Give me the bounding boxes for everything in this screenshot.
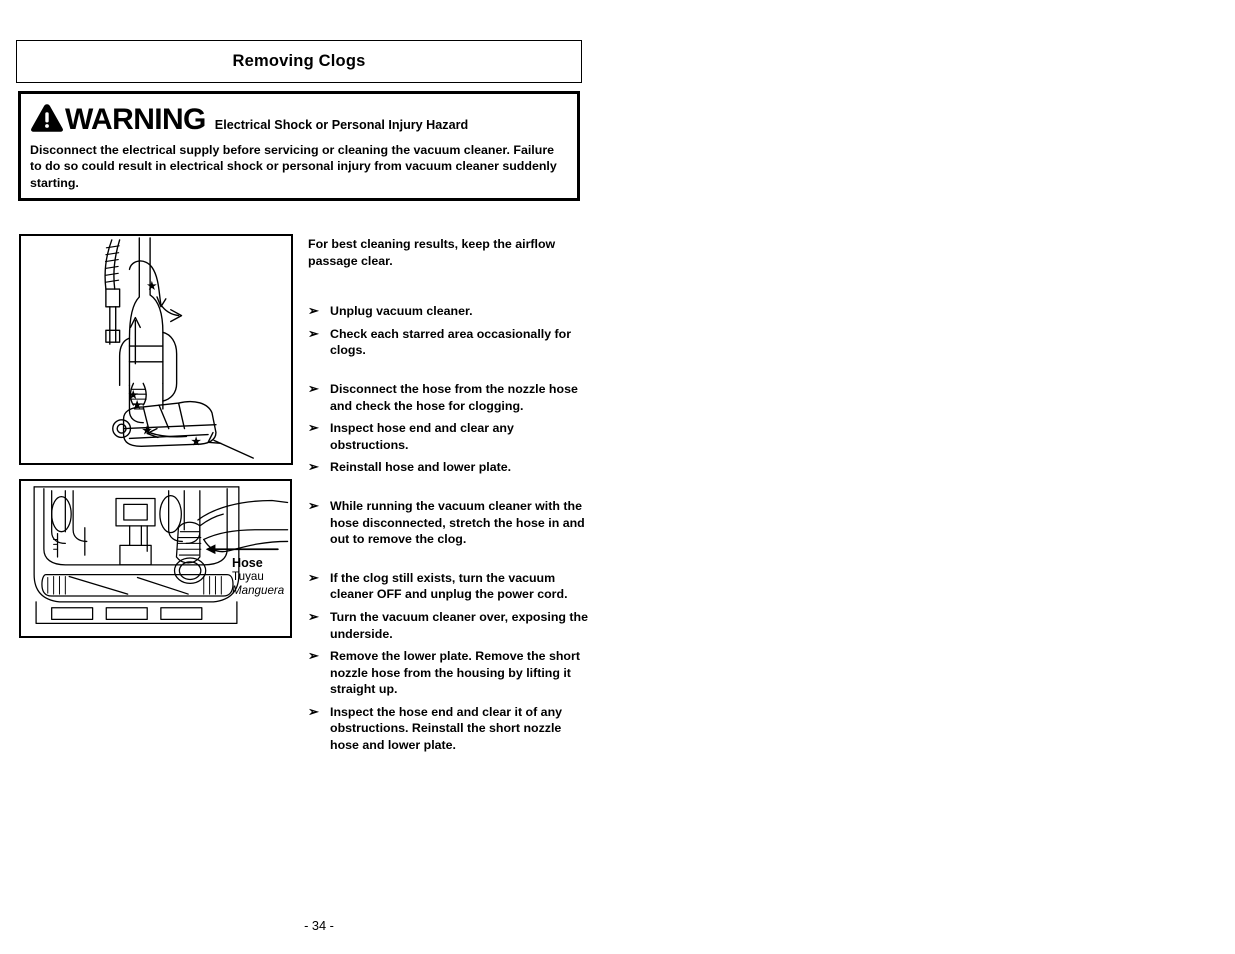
instruction-bullet-list: ➢ Unplug vacuum cleaner. ➢ Check each starr… [308,303,590,753]
instruction-bullet: ➢ Reinstall hose and lower plate. [308,459,590,476]
bullet-arrow-icon: ➢ [308,608,319,624]
warning-body-text: Disconnect the electrical supply before … [30,143,557,190]
instructions-intro: For best cleaning results, keep the airf… [308,237,556,268]
svg-text:★: ★ [146,279,157,294]
svg-text:★: ★ [131,398,142,413]
bullet-arrow-icon: ➢ [308,703,319,719]
instructions-column: For best cleaning results, keep the airf… [308,236,590,754]
instruction-bullet: ➢ Check each starred area occasionally fo… [308,326,590,359]
instruction-bullet: ➢ Remove the lower plate. Remove the shor… [308,648,590,698]
svg-text:★: ★ [141,424,152,439]
page-number-left: - 34 - [304,918,334,933]
instruction-bullet: ➢ While running the vacuum cleaner with t… [308,498,590,548]
hose-label-spanish: Manguera [232,584,285,597]
right-page: FEATURE CHART Power Motor Protector Cord… [618,0,1235,954]
instruction-bullet-text: Inspect hose end and clear any obstructi… [330,421,514,452]
upright-vacuum-illustration: ★ ★ ★ ★ ★ [19,234,293,465]
hose-label-french: Tuyau [232,570,264,583]
bullet-arrow-icon: ➢ [308,420,319,436]
bullet-arrow-icon: ➢ [308,325,319,341]
bullet-arrow-icon: ➢ [308,497,319,513]
instruction-bullet: ➢ If the clog still exists, turn the vacu… [308,570,590,603]
instruction-bullet-text: Disconnect the hose from the nozzle hose… [330,381,578,413]
instruction-bullet: ➢ Inspect hose end and clear any obstruct… [308,420,590,453]
instruction-bullet-text: Check each starred area occasionally for… [330,326,572,358]
instruction-bullet-text: Turn the vacuum cleaner over, exposing t… [330,609,588,641]
warning-box: WARNING Electrical Shock or Personal Inj… [18,91,580,201]
bullet-arrow-icon: ➢ [308,648,319,664]
left-page: Removing Clogs WARNING Electrical Shock … [0,0,618,954]
instruction-bullet-text: While running the vacuum cleaner with th… [330,498,585,547]
hose-label-english: Hose [232,556,263,570]
bullet-arrow-icon: ➢ [308,303,319,319]
instruction-bullet-text: If the clog still exists, turn the vacuu… [330,570,568,602]
instruction-bullet-text: Remove the lower plate. Remove the short… [330,649,580,697]
instruction-bullet: ➢ Turn the vacuum cleaner over, exposing … [308,609,590,642]
instruction-bullet-text: Inspect the hose end and clear it of any… [330,704,563,753]
warning-subtitle: Electrical Shock or Personal Injury Haza… [214,118,469,132]
section-title: Removing Clogs [232,52,366,70]
bullet-arrow-icon: ➢ [308,380,319,396]
bullet-arrow-icon: ➢ [308,569,319,585]
warning-triangle-icon [30,103,64,133]
section-header-removing-clogs: Removing Clogs [16,40,582,83]
warning-word: WARNING [65,103,206,136]
instruction-bullet-text: Unplug vacuum cleaner. [330,304,473,319]
instruction-bullet-text: Reinstall hose and lower plate. [330,460,512,475]
instruction-bullet: ➢ Inspect the hose end and clear it of an… [308,704,590,754]
instruction-bullet: ➢ Disconnect the hose from the nozzle hos… [308,381,590,414]
instruction-bullet: ➢ Unplug vacuum cleaner. [308,303,590,320]
warning-header-row: WARNING Electrical Shock or Personal Inj… [30,102,568,136]
bullet-arrow-icon: ➢ [308,459,319,475]
svg-text:★: ★ [190,434,201,449]
hose-callout-label: Hose Tuyau Manguera [232,556,284,598]
